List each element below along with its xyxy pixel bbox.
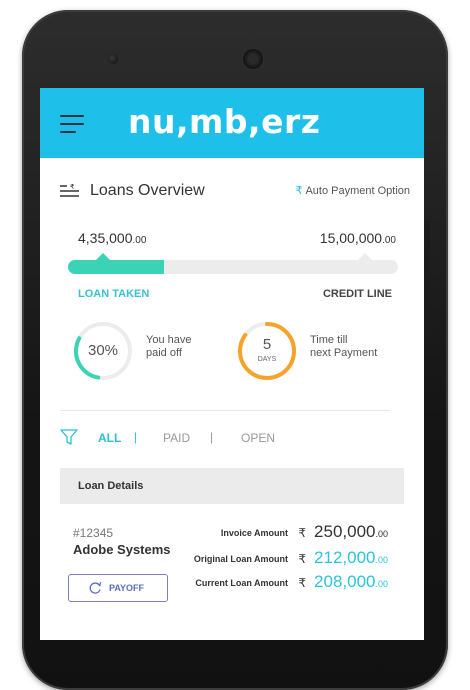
app-screen: nu,mb,erz ₹ Loans Overview ₹ Auto Payment… [40,88,424,640]
rupee-icon: ₹ [298,552,306,566]
paid-off-percent: 30% [87,342,119,359]
loan-id: #12345 [73,526,114,540]
credit-line-amount: 15,00,000.00 [320,230,396,246]
loan-taken-value: 4,35,000 [78,230,133,246]
list-icon: ₹ [60,184,79,197]
original-value: 212,000 [314,548,376,567]
paid-caption-line-2: paid off [146,347,182,359]
current-value: 208,000 [314,572,376,591]
filter-separator: | [134,430,138,444]
payoff-button[interactable]: PAYOFF [68,574,168,602]
loan-card: #12345 Adobe Systems PAYOFF Invoice Amou… [60,520,404,620]
paid-caption-line-1: You have [146,334,192,346]
menu-icon[interactable] [60,115,86,133]
current-amount-value: 208,000.00 [314,572,388,592]
current-amount-label: Current Loan Amount [195,578,288,588]
credit-line-marker [358,253,372,260]
rupee-icon: ₹ [298,576,306,590]
app-bar: nu,mb,erz [40,88,424,158]
original-amount-value: 212,000.00 [314,548,388,568]
auto-payment-label: Auto Payment Option [305,185,410,197]
original-decimals: .00 [375,555,388,565]
filter-open[interactable]: OPEN [241,431,275,445]
time-caption-line-2: next Payment [310,347,378,359]
current-amount-row: Current Loan Amount ₹ 208,000.00 [164,572,404,594]
overview-header: ₹ Loans Overview ₹ Auto Payment Option [60,180,410,204]
time-caption-line-1: Time till [310,334,348,346]
paid-off-caption: You have paid off [146,334,226,360]
invoice-amount-label: Invoice Amount [220,528,288,538]
invoice-amount-row: Invoice Amount ₹ 250,000.00 [164,522,404,544]
loan-taken-label: LOAN TAKEN [78,288,150,300]
credit-line-value: 15,00,000 [319,230,383,246]
svg-text:₹: ₹ [70,184,75,191]
credit-line-decimals: .00 [382,235,396,246]
original-amount-label: Original Loan Amount [193,554,288,564]
refresh-icon [89,582,102,594]
loan-filter-bar: ALL | PAID | OPEN [60,426,404,450]
rupee-icon: ₹ [298,526,306,540]
credit-usage-bar [68,260,398,274]
loan-company: Adobe Systems [73,542,171,557]
next-payment-caption: Time till next Payment [310,334,390,360]
filter-all[interactable]: ALL [98,431,121,445]
loan-taken-marker [96,253,110,260]
filter-paid[interactable]: PAID [163,431,190,445]
auto-payment-option[interactable]: ₹ Auto Payment Option [295,184,410,197]
credit-line-label: CREDIT LINE [322,288,392,300]
payoff-label: PAYOFF [109,583,145,593]
loan-details-title: Loan Details [78,480,144,492]
loan-taken-amount: 4,35,000.00 [78,230,146,246]
original-amount-row: Original Loan Amount ₹ 212,000.00 [164,548,404,570]
credit-usage-fill [68,260,164,274]
invoice-decimals: .00 [375,529,388,539]
filter-separator: | [210,430,214,444]
section-divider [60,410,390,411]
loan-details-header: Loan Details [60,468,404,504]
loan-taken-decimals: .00 [132,235,147,246]
current-decimals: .00 [375,579,388,589]
invoice-value: 250,000 [314,522,376,541]
loan-card: #12345 [60,632,404,640]
days-value: 5 [262,336,272,353]
overview-title: Loans Overview [90,182,205,199]
app-logo: nu,mb,erz [128,102,321,141]
days-unit: DAYS [257,356,277,363]
side-button-right [424,220,430,330]
rupee-icon: ₹ [295,185,303,197]
earpiece-speaker [243,49,263,69]
invoice-amount-value: 250,000.00 [314,522,388,542]
front-camera [108,54,118,64]
filter-icon[interactable] [60,428,78,446]
